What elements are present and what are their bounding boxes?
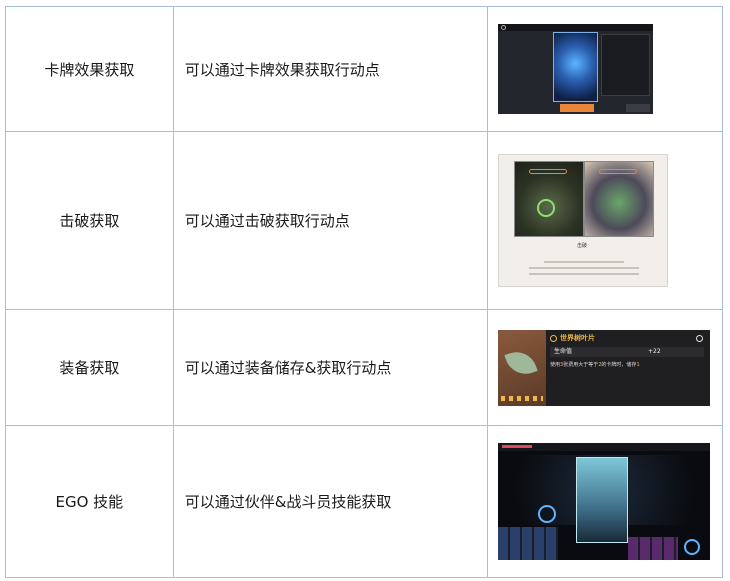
info-table: 卡牌效果获取 可以通过卡牌效果获取行动点 击破获取 可以通过击破获取行动点 击破… [5,6,723,578]
desc-part: 张费用大于等于 [563,361,599,368]
caption-line [544,261,625,263]
row-desc: 可以通过装备储存&获取行动点 [172,309,489,426]
desc-number: 1 [636,361,640,368]
card-hand [498,527,559,560]
equipment-screenshot: 世界树叶片 生命值 +22 使用3张费用大于等于2的卡牌时，储存1 [498,329,711,406]
hp-bar [599,169,638,174]
row-name: 击破获取 [5,131,174,310]
card-hand [628,537,679,560]
row-name: 卡牌效果获取 [5,6,174,132]
hp-bar [529,169,568,174]
detail-panel [601,34,651,96]
card-art [553,32,599,102]
break-effect-icon [537,199,556,217]
break-caption: 击破 [577,243,588,249]
stat-bar [550,346,705,357]
row-image-cell [487,425,723,578]
back-icon [501,25,507,30]
caption-line [529,267,640,269]
star-rating [501,395,544,401]
row-image-cell: 世界树叶片 生命值 +22 使用3张费用大于等于2的卡牌时，储存1 [487,309,723,426]
row-name: EGO 技能 [5,425,174,578]
card-effect-screenshot [498,24,654,114]
stat-value: +22 [648,347,661,355]
desc-part: 使用 [550,361,561,368]
hp-bar [502,445,533,448]
side-button[interactable] [626,104,651,112]
row-desc: 可以通过伙伴&战斗员技能获取 [172,425,489,578]
equipment-desc: 使用3张费用大于等于2的卡牌时，储存1 [550,361,640,368]
confirm-icon[interactable] [684,539,701,555]
table-row: EGO 技能 可以通过伙伴&战斗员技能获取 [5,425,723,578]
desc-part: 的卡牌时，储存 [601,361,637,368]
row-desc: 可以通过击破获取行动点 [172,131,489,310]
row-desc: 可以通过卡牌效果获取行动点 [172,6,489,132]
break-screenshot: 击破 [498,154,669,287]
row-image-cell [487,6,723,132]
table-row: 击破获取 可以通过击破获取行动点 击破 [5,131,723,310]
row-image-cell: 击破 [487,131,723,310]
skill-ring-icon [538,505,557,523]
table-row: 装备获取 可以通过装备储存&获取行动点 世界树叶片 生命值 +22 使用3张费用… [5,309,723,426]
table-row: 卡牌效果获取 可以通过卡牌效果获取行动点 [5,6,723,132]
ego-skill-screenshot [498,443,711,560]
stat-label: 生命值 [554,347,573,355]
equipment-title: 世界树叶片 [560,333,596,342]
row-name: 装备获取 [5,309,174,426]
equipment-badge-icon [550,334,558,342]
caption-line [529,273,640,275]
confirm-button[interactable] [560,104,595,112]
ego-card-art [576,457,629,543]
search-icon[interactable] [696,334,704,342]
